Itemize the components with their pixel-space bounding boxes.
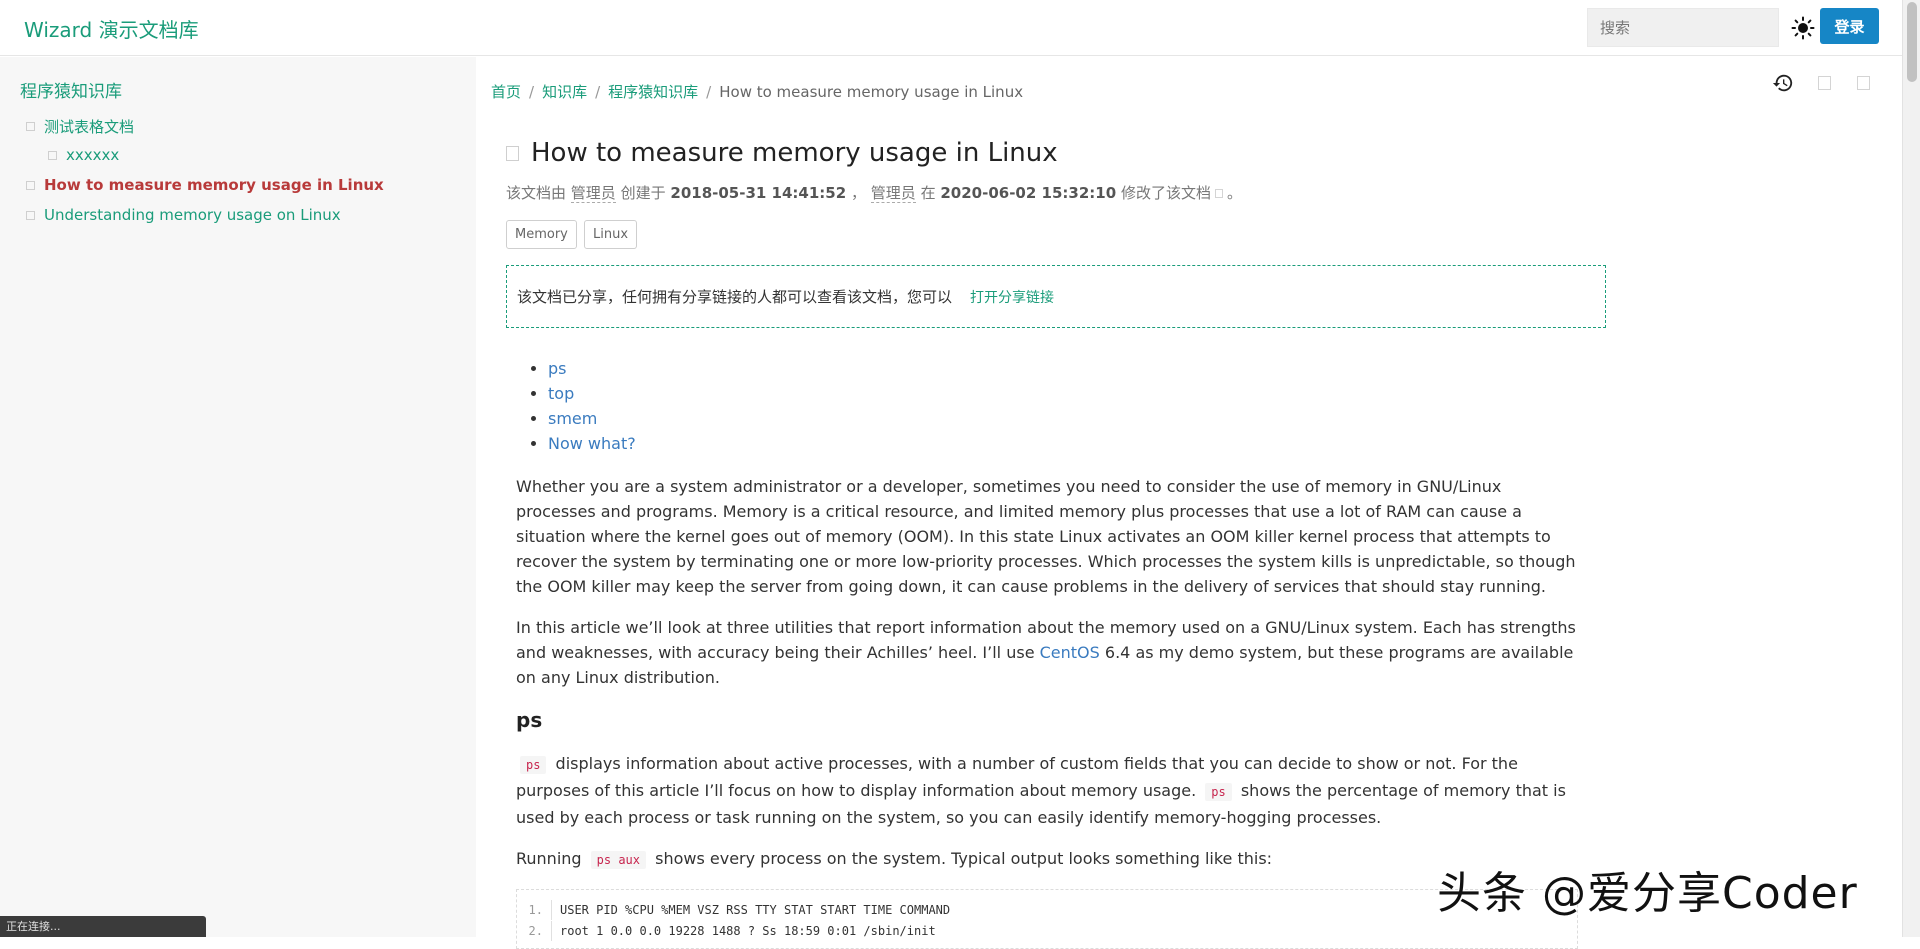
breadcrumb-knowledge-base[interactable]: 知识库 <box>542 83 587 101</box>
sidebar: 程序猿知识库 测试表格文档 xxxxxx How to measure memo… <box>0 57 476 937</box>
open-share-link[interactable]: 打开分享链接 <box>970 287 1054 307</box>
browser-status-bar: 正在连接... <box>0 916 206 937</box>
meta-separator: ， <box>850 184 866 202</box>
page-scrollbar[interactable] <box>1902 0 1920 937</box>
tag-linux[interactable]: Linux <box>584 220 638 249</box>
line-number: 1. <box>528 903 543 917</box>
login-button[interactable]: 登录 <box>1820 8 1879 44</box>
toc-item: Now what? <box>548 431 1578 456</box>
meta-created-at: 2018-05-31 14:41:52 <box>670 184 847 202</box>
toc-link-now-what[interactable]: Now what? <box>548 434 636 453</box>
meta-end: 。 <box>1226 184 1242 202</box>
breadcrumb: 首页 / 知识库 / 程序猿知识库 / How to measure memory usag… <box>491 83 1024 101</box>
meta-modified-suffix: 修改了该文档 <box>1120 184 1211 202</box>
code-line: 1. USER PID %CPU %MEM VSZ RSS TTY STAT S… <box>517 900 950 920</box>
document-meta: 该文档由 管理员 创建于 2018-05-31 14:41:52 ， 管理员 在… <box>506 182 1242 203</box>
sidebar-item-label: How to measure memory usage in Linux <box>44 176 384 194</box>
document-icon <box>48 150 57 160</box>
toc-item: top <box>548 381 1578 406</box>
breadcrumb-home[interactable]: 首页 <box>491 83 521 101</box>
share-notice-text: 该文档已分享，任何拥有分享链接的人都可以查看该文档，您可以 <box>517 288 953 306</box>
theme-toggle-sun-icon[interactable] <box>1790 15 1816 41</box>
document-title-text: How to measure memory usage in Linux <box>531 138 1058 168</box>
line-number: 2. <box>528 924 543 938</box>
brand-link[interactable]: Wizard 演示文档库 <box>24 14 199 43</box>
toc-link-smem[interactable]: smem <box>548 409 597 428</box>
section-heading-ps: ps <box>516 708 543 732</box>
meta-prefix: 该文档由 <box>506 184 567 202</box>
paragraph-text: Running <box>516 849 582 868</box>
sidebar-item-xxxxxx[interactable]: xxxxxx <box>48 146 119 164</box>
tag-memory[interactable]: Memory <box>506 220 577 249</box>
meta-modified-label: 在 <box>920 184 936 202</box>
document-title: How to measure memory usage in Linux <box>506 138 1058 168</box>
article-paragraph-2: In this article we’ll look at three util… <box>516 615 1578 690</box>
article-paragraph-4: Running ps aux shows every process on th… <box>516 846 1578 873</box>
table-of-contents: ps top smem Now what? <box>516 356 1578 456</box>
history-detail-icon[interactable] <box>1214 189 1223 198</box>
sidebar-book-title[interactable]: 程序猿知识库 <box>20 77 122 102</box>
breadcrumb-book[interactable]: 程序猿知识库 <box>608 83 698 101</box>
inline-code: ps <box>520 756 547 774</box>
centos-link[interactable]: CentOS <box>1040 643 1100 662</box>
sidebar-item-understanding-memory[interactable]: Understanding memory usage on Linux <box>26 206 341 224</box>
watermark-text: 头条 @爱分享Coder <box>1437 868 1858 919</box>
article-paragraph-1: Whether you are a system administrator o… <box>516 477 1576 596</box>
code-line: 2. root 1 0.0 0.0 19228 1488 ? Ss 18:59 … <box>517 921 936 941</box>
sidebar-item-test-table[interactable]: 测试表格文档 <box>26 116 134 137</box>
meta-creator[interactable]: 管理员 <box>570 184 616 203</box>
top-navbar: Wizard 演示文档库 登录 <box>0 0 1902 56</box>
meta-modifier[interactable]: 管理员 <box>870 184 916 203</box>
edit-icon[interactable] <box>1813 72 1835 94</box>
breadcrumb-current: How to measure memory usage in Linux <box>719 83 1024 101</box>
download-icon[interactable] <box>1852 72 1874 94</box>
sidebar-item-memory-usage-linux[interactable]: How to measure memory usage in Linux <box>26 176 384 194</box>
toc-link-top[interactable]: top <box>548 384 574 403</box>
article-paragraph-3: ps displays information about active pro… <box>516 751 1578 830</box>
sidebar-item-label: 测试表格文档 <box>44 118 135 136</box>
toc-link-ps[interactable]: ps <box>548 359 567 378</box>
document-icon <box>506 145 519 161</box>
toc-item: smem <box>548 406 1578 431</box>
paragraph-text: shows every process on the system. Typic… <box>655 849 1273 868</box>
code-block: 1. USER PID %CPU %MEM VSZ RSS TTY STAT S… <box>516 889 1578 949</box>
sidebar-item-label: xxxxxx <box>66 146 120 164</box>
inline-code: ps <box>1205 783 1232 801</box>
folder-icon <box>26 122 35 131</box>
document-icon <box>26 210 35 220</box>
meta-created-label: 创建于 <box>620 184 666 202</box>
code-text: root 1 0.0 0.0 19228 1488 ? Ss 18:59 0:0… <box>551 921 936 941</box>
scrollbar-thumb[interactable] <box>1907 2 1917 82</box>
share-notice: 该文档已分享，任何拥有分享链接的人都可以查看该文档，您可以 打开分享链接 <box>506 265 1606 328</box>
toc-item: ps <box>548 356 1578 381</box>
article-body: ps top smem Now what? Whether you are a … <box>516 356 1578 889</box>
search-input[interactable] <box>1587 8 1779 47</box>
code-text: USER PID %CPU %MEM VSZ RSS TTY STAT STAR… <box>551 900 950 920</box>
inline-code: ps aux <box>590 851 647 869</box>
history-icon[interactable] <box>1772 72 1794 94</box>
document-icon <box>26 180 35 190</box>
sidebar-item-label: Understanding memory usage on Linux <box>44 206 341 224</box>
meta-modified-at: 2020-06-02 15:32:10 <box>940 184 1117 202</box>
